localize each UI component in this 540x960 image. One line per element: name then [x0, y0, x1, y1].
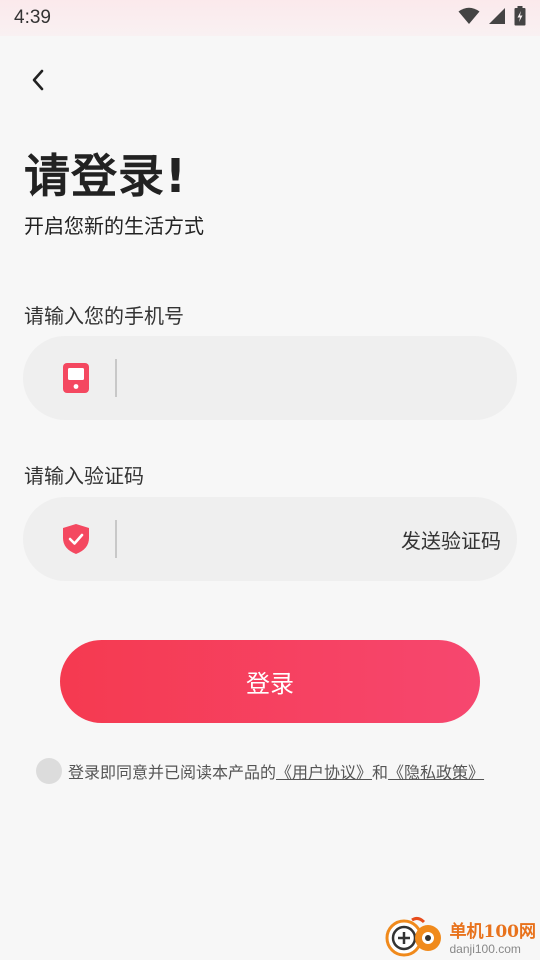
phone-input[interactable]: [117, 348, 517, 408]
page-subtitle: 开启您新的生活方式: [24, 214, 204, 238]
login-button[interactable]: 登录: [60, 640, 480, 723]
code-label: 请输入验证码: [24, 464, 144, 488]
code-field[interactable]: 发送验证码: [23, 497, 517, 581]
phone-field[interactable]: [23, 336, 517, 420]
watermark-url: danji100.com: [449, 941, 521, 956]
agreement-text: 登录即同意并已阅读本产品的: [68, 763, 277, 782]
status-time: 4:39: [14, 7, 51, 28]
privacy-policy-link[interactable]: 《隐私政策》: [388, 759, 484, 783]
agreement-and: 和: [372, 763, 389, 782]
send-code-button[interactable]: 发送验证码: [401, 525, 501, 554]
agreement-checkbox[interactable]: [36, 758, 62, 784]
watermark-name: 单机100网: [449, 921, 537, 942]
page-title: 请登录!: [24, 149, 187, 203]
phone-icon: [61, 361, 91, 395]
status-bar: 4:39: [0, 0, 540, 36]
watermark: 单机100网 danji100.com: [384, 914, 537, 958]
status-icons: [458, 6, 526, 30]
code-input[interactable]: [117, 509, 401, 569]
wifi-icon: [458, 7, 480, 29]
user-agreement-link[interactable]: 《用户协议》: [276, 759, 372, 783]
signal-icon: [488, 7, 506, 29]
watermark-logo-icon: [384, 914, 448, 958]
shield-check-icon: [61, 522, 91, 556]
back-button[interactable]: [22, 64, 54, 100]
battery-icon: [514, 6, 526, 30]
agreement-row: 登录即同意并已阅读本产品的 《用户协议》 和 《隐私政策》: [36, 758, 484, 784]
chevron-left-icon: [30, 68, 46, 96]
phone-label: 请输入您的手机号: [24, 304, 184, 328]
